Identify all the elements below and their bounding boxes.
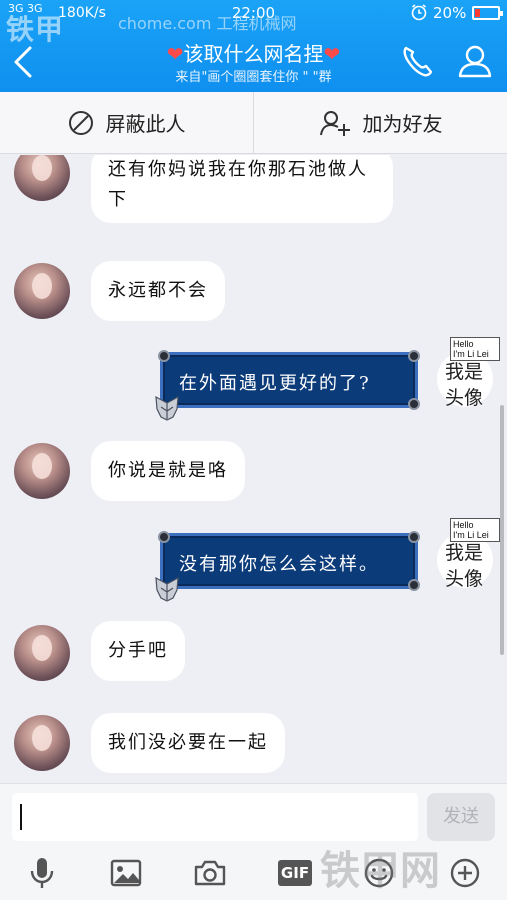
message-input[interactable] xyxy=(12,793,418,841)
my-avatar[interactable]: Hello I'm Li Lei 我是头像 xyxy=(437,337,500,409)
message-bubble-sent[interactable]: 在外面遇见更好的了? xyxy=(155,350,420,421)
voice-button[interactable] xyxy=(25,856,59,890)
send-button[interactable]: 发送 xyxy=(427,793,495,841)
image-icon xyxy=(110,859,142,887)
message-bubble-received[interactable]: 你说是就是咯 xyxy=(91,441,245,501)
watermark-url: chome.com xyxy=(118,14,212,33)
block-user-button[interactable]: 屏蔽此人 xyxy=(0,92,253,153)
chat-message-list[interactable]: 还有你妈说我在你那石池做人下 永远都不会 在外面遇见更好的了? Hello I'm… xyxy=(0,155,507,783)
battery-percent: 20% xyxy=(433,4,467,22)
bubble-rivet xyxy=(408,531,420,543)
camera-icon xyxy=(194,860,226,886)
avatar-card-line1: Hello xyxy=(453,520,474,530)
message-bubble-sent[interactable]: 没有那你怎么会这样。 xyxy=(155,531,420,602)
sender-avatar[interactable] xyxy=(14,443,70,499)
avatar-card: Hello I'm Li Lei xyxy=(450,518,500,542)
sender-avatar[interactable] xyxy=(14,625,70,681)
watermark-bottom: 铁甲网 xyxy=(320,848,440,894)
more-button[interactable] xyxy=(448,856,482,890)
message-text: 没有那你怎么会这样。 xyxy=(179,554,379,575)
avatar-card-line2: I'm Li Lei xyxy=(453,349,489,359)
heart-icon: ❤ xyxy=(166,42,184,66)
battery-icon xyxy=(472,6,503,20)
bubble-rivet xyxy=(408,350,420,362)
message-bubble-received[interactable]: 我们没必要在一起 xyxy=(91,713,285,773)
message-bubble-received[interactable]: 永远都不会 xyxy=(91,261,225,321)
add-friend-label: 加为好友 xyxy=(362,112,443,136)
avatar-card-line2: I'm Li Lei xyxy=(453,530,489,540)
phone-call-button[interactable] xyxy=(398,42,438,80)
message-text: 在外面遇见更好的了? xyxy=(179,373,371,394)
image-button[interactable] xyxy=(109,856,143,890)
message-bubble-received[interactable]: 还有你妈说我在你那石池做人下 xyxy=(91,155,393,223)
bubble-rivet xyxy=(408,579,420,591)
avatar-text: 我是头像 xyxy=(445,361,484,409)
add-friend-button[interactable]: 加为好友 xyxy=(253,92,507,153)
add-friend-icon xyxy=(319,110,350,136)
autobot-emblem-icon xyxy=(155,576,179,602)
camera-button[interactable] xyxy=(193,856,227,890)
chat-header: 3G 3G 180K/s 22:00 20% 铁甲 chome.com 工程机械… xyxy=(0,0,507,92)
sender-avatar[interactable] xyxy=(14,715,70,771)
message-bubble-received[interactable]: 分手吧 xyxy=(91,621,185,681)
stranger-action-bar: 屏蔽此人 加为好友 xyxy=(0,92,507,154)
watermark-site: chome.com 工程机械网 xyxy=(118,10,297,34)
bubble-rivet xyxy=(408,398,420,410)
sender-avatar[interactable] xyxy=(14,155,70,201)
alarm-icon xyxy=(411,4,427,21)
block-icon xyxy=(68,110,93,135)
block-user-label: 屏蔽此人 xyxy=(105,112,186,136)
avatar-text: 我是头像 xyxy=(445,542,484,590)
avatar-card-line1: Hello xyxy=(453,339,474,349)
contact-profile-button[interactable] xyxy=(455,42,495,80)
bubble-rivet xyxy=(158,350,170,362)
watermark-site-name: 工程机械网 xyxy=(216,14,297,33)
heart-icon: ❤ xyxy=(323,42,341,66)
plus-circle-icon xyxy=(450,858,480,888)
gif-icon: GIF xyxy=(278,860,312,886)
avatar-card: Hello I'm Li Lei xyxy=(450,337,500,361)
autobot-emblem-icon xyxy=(155,395,179,421)
battery-level xyxy=(475,9,480,17)
text-caret xyxy=(20,804,22,830)
microphone-icon xyxy=(30,858,54,888)
my-avatar[interactable]: Hello I'm Li Lei 我是头像 xyxy=(437,518,500,590)
gif-button[interactable]: GIF xyxy=(278,856,312,890)
sender-avatar[interactable] xyxy=(14,263,70,319)
group-nickname: 该取什么网名捏 xyxy=(183,42,324,66)
scrollbar[interactable] xyxy=(500,405,504,655)
bubble-rivet xyxy=(158,531,170,543)
